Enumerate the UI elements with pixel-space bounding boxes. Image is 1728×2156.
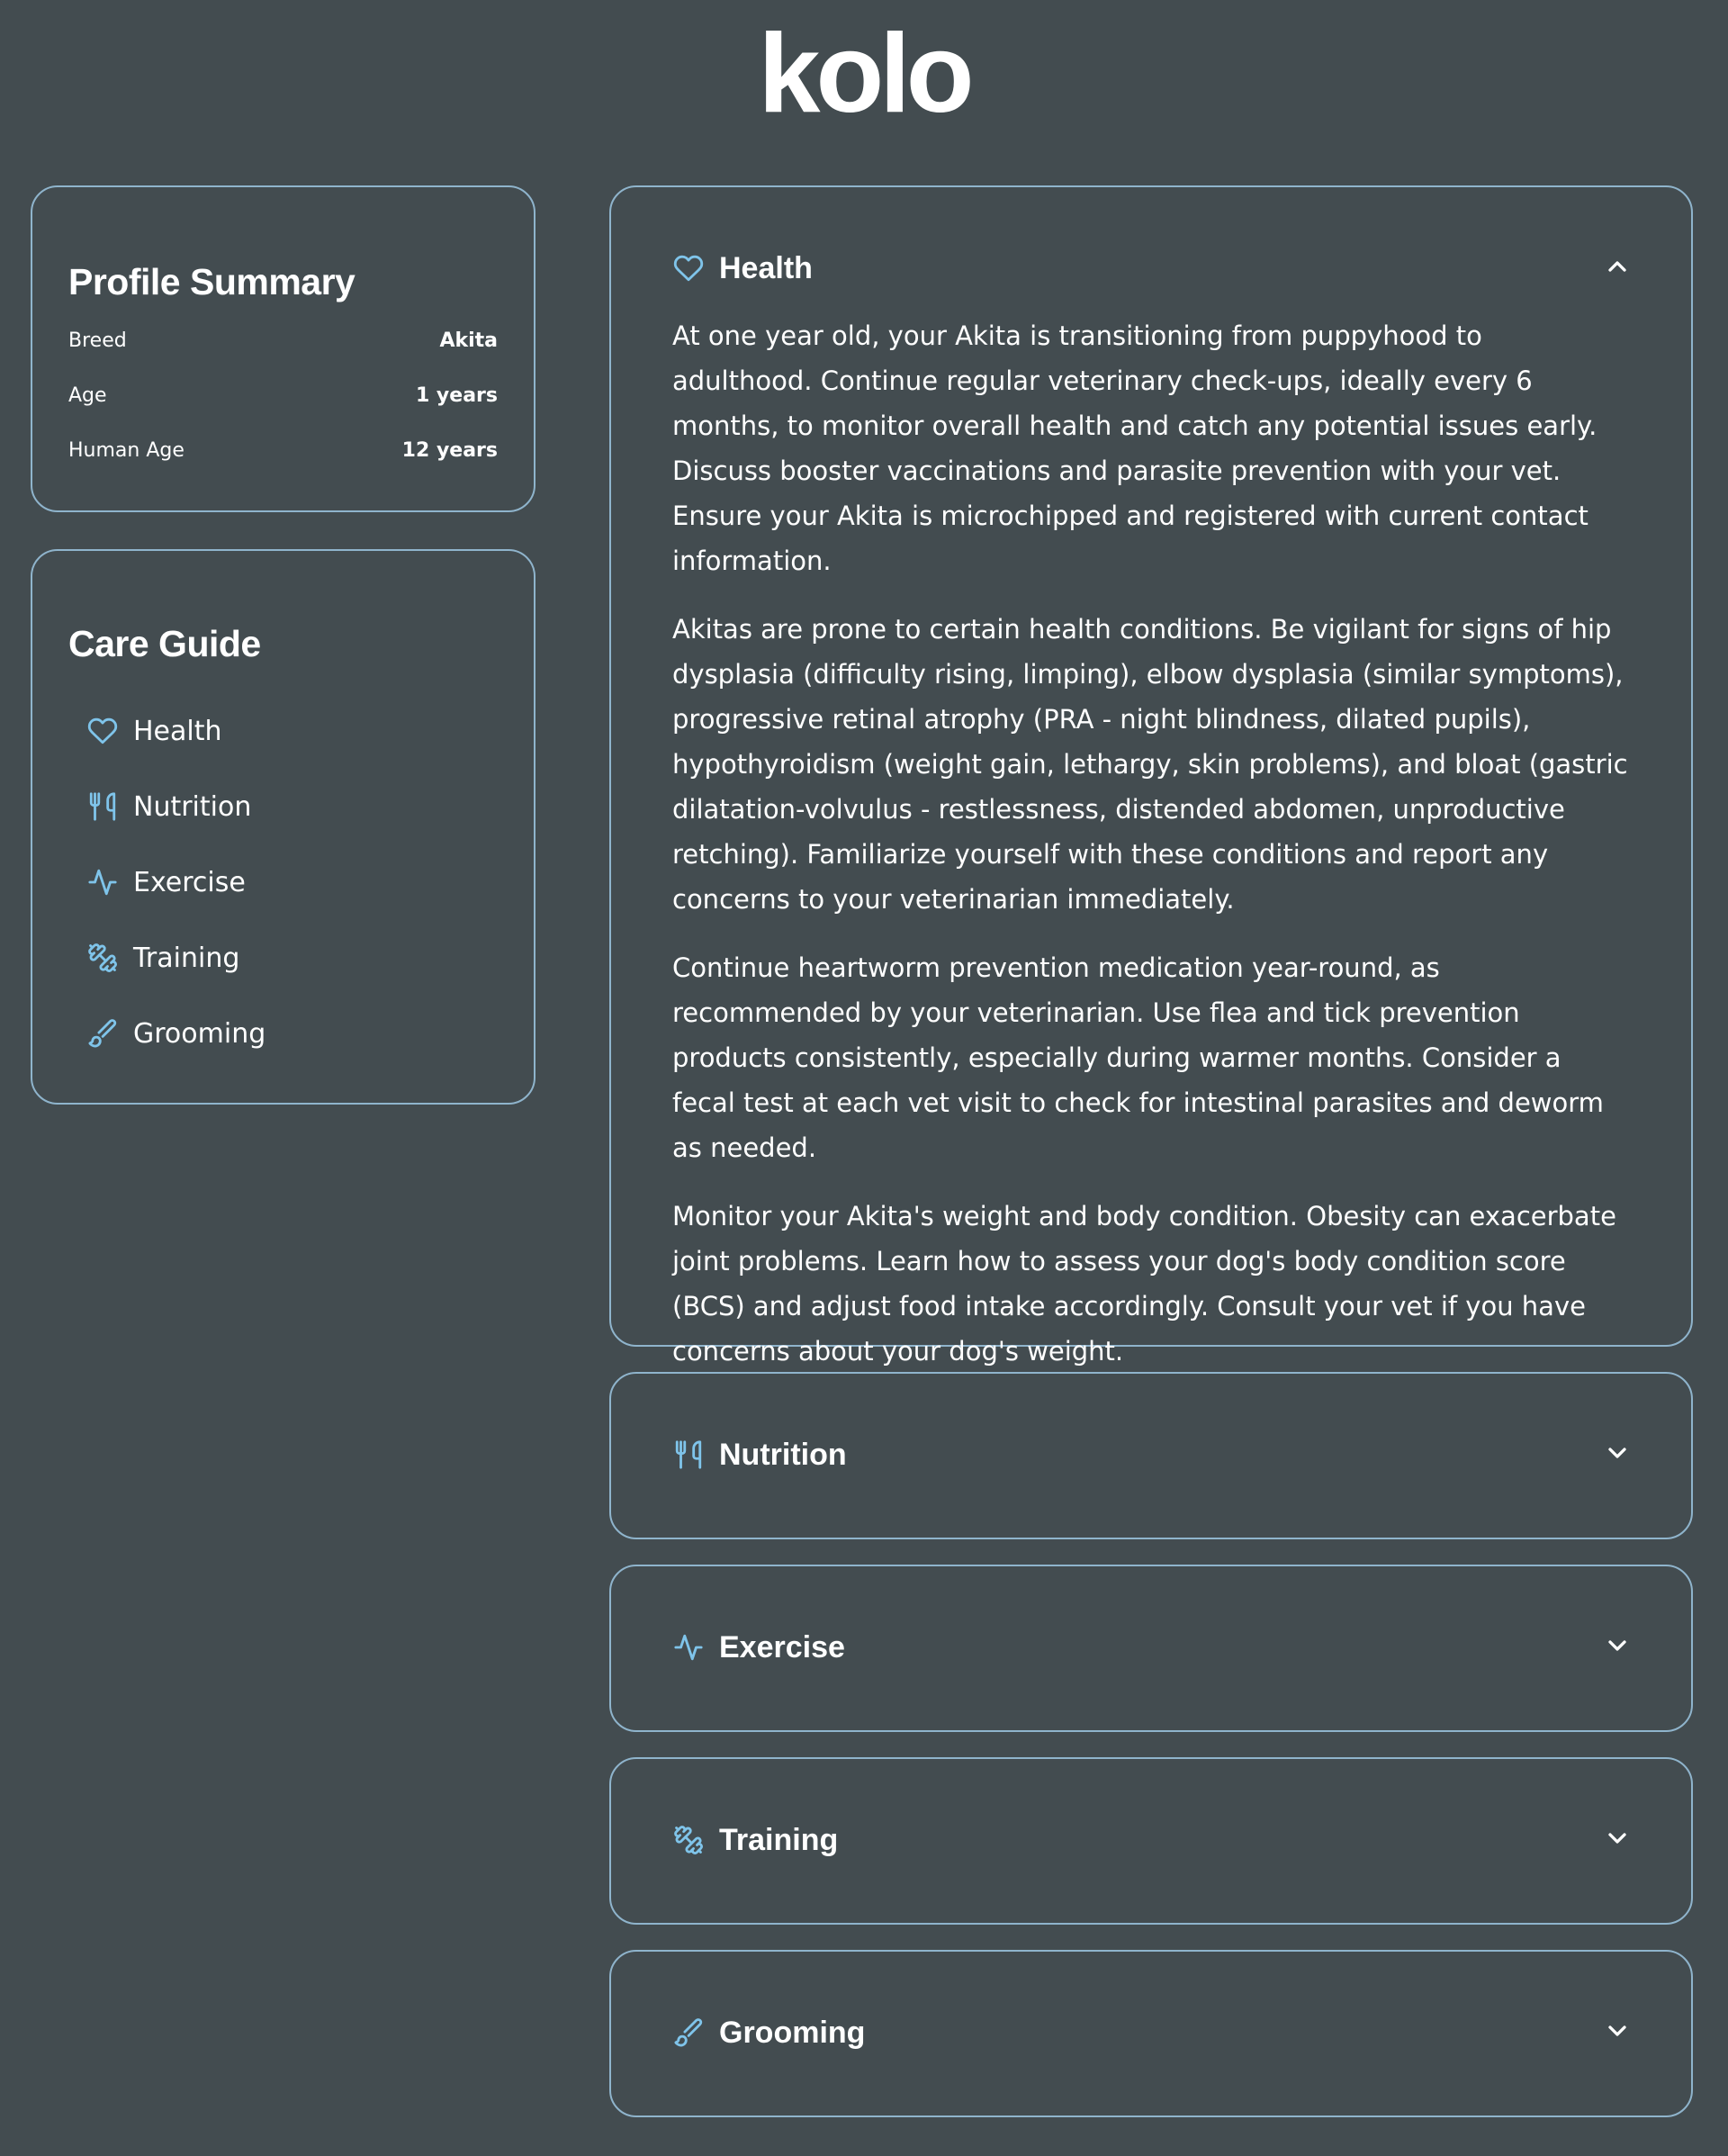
care-guide-item-label: Training xyxy=(133,942,240,974)
care-guide-card: Care Guide Health Nutrition Exercise Tra… xyxy=(31,549,536,1105)
accordion-title: Grooming xyxy=(719,2015,866,2050)
accordion-header-exercise[interactable]: Exercise xyxy=(670,1629,1632,1665)
heart-icon xyxy=(85,713,121,749)
summary-label: Age xyxy=(68,384,107,407)
summary-row-breed: Breed Akita xyxy=(68,329,498,352)
dumbbell-icon xyxy=(670,1822,706,1858)
accordion-header-grooming[interactable]: Grooming xyxy=(670,2015,1632,2051)
profile-summary-title: Profile Summary xyxy=(68,261,356,302)
kolo-logo[interactable]: kolo xyxy=(0,11,1728,137)
heart-icon xyxy=(670,250,706,286)
accordion-grooming: Grooming xyxy=(609,1950,1693,2117)
care-guide-item-nutrition[interactable]: Nutrition xyxy=(85,789,251,825)
care-guide-item-exercise[interactable]: Exercise xyxy=(85,864,246,900)
activity-icon xyxy=(85,864,121,900)
care-guide-title: Care Guide xyxy=(68,623,261,664)
utensils-icon xyxy=(670,1437,706,1473)
chevron-down-icon[interactable] xyxy=(1603,1824,1632,1856)
accordion-title: Training xyxy=(719,1822,839,1857)
activity-icon xyxy=(670,1629,706,1665)
summary-label: Human Age xyxy=(68,439,184,462)
summary-row-age: Age 1 years xyxy=(68,384,498,407)
summary-value: 1 years xyxy=(415,384,498,407)
accordion-nutrition: Nutrition xyxy=(609,1372,1693,1539)
accordion-header-health[interactable]: Health xyxy=(670,250,1632,286)
accordion-exercise: Exercise xyxy=(609,1565,1693,1732)
accordion-title: Health xyxy=(719,250,813,285)
accordion-header-nutrition[interactable]: Nutrition xyxy=(670,1437,1632,1473)
chevron-down-icon[interactable] xyxy=(1603,2016,1632,2049)
accordion-body-health: At one year old, your Akita is transitio… xyxy=(672,313,1628,1397)
care-guide-item-health[interactable]: Health xyxy=(85,713,222,749)
accordion-training: Training xyxy=(609,1757,1693,1925)
care-guide-item-label: Exercise xyxy=(133,866,246,898)
chevron-down-icon[interactable] xyxy=(1603,1439,1632,1471)
health-paragraph: Monitor your Akita's weight and body con… xyxy=(672,1201,1616,1367)
care-guide-item-label: Health xyxy=(133,715,222,747)
care-guide-item-training[interactable]: Training xyxy=(85,940,239,976)
brush-icon xyxy=(85,1015,121,1051)
summary-value: Akita xyxy=(439,329,498,352)
health-paragraph: At one year old, your Akita is transitio… xyxy=(672,320,1598,576)
chevron-up-icon[interactable] xyxy=(1603,252,1632,284)
dumbbell-icon xyxy=(85,940,121,976)
accordion-title: Nutrition xyxy=(719,1437,847,1472)
brush-icon xyxy=(670,2015,706,2051)
care-guide-item-label: Nutrition xyxy=(133,790,252,823)
care-guide-item-grooming[interactable]: Grooming xyxy=(85,1015,266,1051)
health-paragraph: Continue heartworm prevention medication… xyxy=(672,952,1604,1163)
accordion-health: Health At one year old, your Akita is tr… xyxy=(609,185,1693,1367)
health-paragraph: Akitas are prone to certain health condi… xyxy=(672,614,1628,915)
care-guide-item-label: Grooming xyxy=(133,1017,266,1050)
utensils-icon xyxy=(85,789,121,825)
summary-value: 12 years xyxy=(401,439,498,462)
accordion-title: Exercise xyxy=(719,1629,845,1664)
profile-summary-card: Profile Summary Breed Akita Age 1 years … xyxy=(31,185,536,512)
chevron-down-icon[interactable] xyxy=(1603,1631,1632,1664)
summary-row-human-age: Human Age 12 years xyxy=(68,439,498,462)
accordion-header-training[interactable]: Training xyxy=(670,1822,1632,1858)
summary-label: Breed xyxy=(68,329,127,352)
